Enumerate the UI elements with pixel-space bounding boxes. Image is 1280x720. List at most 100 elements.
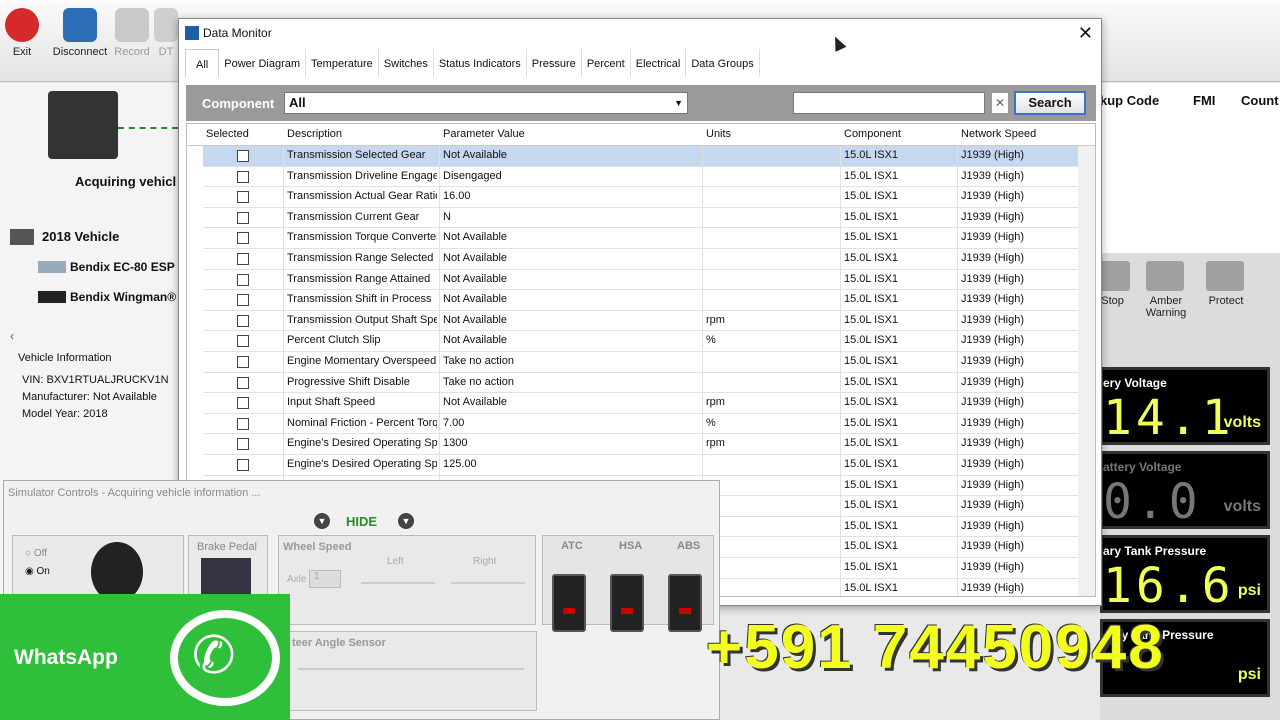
- row-checkbox[interactable]: [237, 356, 249, 368]
- ignition-off-radio[interactable]: ○ Off: [25, 548, 47, 559]
- row-checkbox[interactable]: [237, 170, 249, 183]
- steer-angle-slider[interactable]: [298, 668, 524, 670]
- tab-percent[interactable]: Percent: [581, 49, 631, 77]
- column-parameter-value[interactable]: Parameter Value: [443, 128, 525, 140]
- right-wheel-slider[interactable]: [451, 582, 525, 584]
- row-checkbox[interactable]: [237, 232, 249, 245]
- row-checkbox[interactable]: [237, 314, 249, 327]
- cell-c: 15.0L ISX1: [844, 334, 899, 347]
- close-icon[interactable]: ✕: [1078, 19, 1093, 47]
- cell-d: Transmission Range Attained: [287, 272, 431, 285]
- component-label: Component: [202, 96, 275, 111]
- row-checkbox[interactable]: [237, 294, 249, 307]
- ignition-key-icon[interactable]: [91, 542, 143, 602]
- cell-c: 15.0L ISX1: [844, 581, 899, 594]
- header-count[interactable]: Count: [1241, 93, 1279, 108]
- disconnect-button[interactable]: Disconnect: [50, 8, 110, 58]
- row-checkbox[interactable]: [237, 438, 249, 451]
- axle-select[interactable]: 1: [309, 570, 341, 588]
- cell-u: rpm: [706, 396, 725, 409]
- column-units[interactable]: Units: [706, 128, 731, 140]
- table-row[interactable]: Engine Momentary Overspeed ... Take no ac…: [203, 352, 1079, 373]
- table-row[interactable]: Input Shaft Speed Not Available rpm 15.0L I…: [203, 393, 1079, 414]
- row-checkbox[interactable]: [237, 150, 249, 162]
- table-row[interactable]: Transmission Range Selected Not Available…: [203, 249, 1079, 270]
- exit-button[interactable]: Exit: [0, 8, 52, 58]
- table-row[interactable]: Transmission Torque Converter... Not Avai…: [203, 228, 1079, 249]
- grid-scrollbar[interactable]: [1078, 146, 1095, 596]
- scroll-left-arrow[interactable]: ‹: [10, 329, 14, 343]
- column-selected[interactable]: Selected: [206, 128, 249, 140]
- row-checkbox[interactable]: [237, 459, 249, 471]
- vin-text: VIN: BXV1RTUALJRUCKV1N: [22, 374, 169, 386]
- left-wheel-slider[interactable]: [361, 582, 435, 584]
- column-network-speed[interactable]: Network Speed: [961, 128, 1036, 140]
- primary-tank-pressure-gauge: ary Tank Pressure 16.6 psi: [1100, 535, 1270, 614]
- tab-status-indicators[interactable]: Status Indicators: [433, 49, 527, 77]
- tree-item-wingman[interactable]: Bendix Wingman®: [70, 290, 176, 304]
- row-checkbox[interactable]: [237, 397, 249, 410]
- cell-d: Transmission Current Gear: [287, 210, 420, 223]
- hsa-switch[interactable]: [610, 574, 644, 632]
- cell-n: J1939 (High): [961, 540, 1024, 553]
- chevron-down-icon[interactable]: ▼: [314, 513, 330, 529]
- clear-search-icon[interactable]: ✕: [991, 92, 1009, 114]
- atc-switch[interactable]: [552, 574, 586, 632]
- tab-pressure[interactable]: Pressure: [526, 49, 582, 77]
- chevron-down-icon[interactable]: ▼: [398, 513, 414, 529]
- table-row[interactable]: Transmission Selected Gear Not Available 1…: [203, 146, 1079, 167]
- table-row[interactable]: Progressive Shift Disable Take no action 1…: [203, 372, 1079, 394]
- tab-data-groups[interactable]: Data Groups: [686, 49, 760, 77]
- column-component[interactable]: Component: [844, 128, 901, 140]
- row-checkbox[interactable]: [237, 273, 249, 286]
- cell-n: J1939 (High): [961, 231, 1024, 244]
- brake-pedal-icon[interactable]: [201, 558, 251, 594]
- cell-v: 16.00: [443, 190, 471, 203]
- cell-v: Take no action: [443, 375, 514, 388]
- row-checkbox[interactable]: [237, 191, 249, 204]
- battery-voltage-gauge: ery Voltage 14.1 volts: [1100, 367, 1270, 446]
- tab-temperature[interactable]: Temperature: [306, 49, 379, 77]
- header-fmi[interactable]: FMI: [1193, 93, 1215, 108]
- table-row[interactable]: Engine's Desired Operating Spe... 125.00 1…: [203, 455, 1079, 476]
- dialog-titlebar[interactable]: Data Monitor ✕: [179, 19, 1101, 47]
- cell-n: J1939 (High): [961, 581, 1024, 594]
- table-row[interactable]: Nominal Friction - Percent Torque 7.00% 15…: [203, 413, 1079, 435]
- search-button[interactable]: Search: [1014, 91, 1086, 115]
- table-row[interactable]: Engine's Desired Operating Spe... 1300 rpm…: [203, 434, 1079, 455]
- hide-toggle[interactable]: HIDE: [346, 514, 377, 529]
- row-checkbox[interactable]: [237, 417, 249, 430]
- cell-u: rpm: [706, 437, 725, 450]
- cell-c: 15.0L ISX1: [844, 231, 899, 244]
- tab-switches[interactable]: Switches: [378, 49, 434, 77]
- disconnect-icon: [63, 8, 97, 42]
- search-input[interactable]: [793, 92, 985, 114]
- table-row[interactable]: Transmission Output Shaft Speed Not Avail…: [203, 310, 1079, 332]
- table-row[interactable]: Transmission Range Attained Not Available…: [203, 269, 1079, 291]
- table-row[interactable]: Transmission Actual Gear Ratio 16.00 15.0L…: [203, 187, 1079, 208]
- table-row[interactable]: Percent Clutch Slip Not Available% 15.0L I…: [203, 331, 1079, 352]
- header-lookup-code[interactable]: kup Code: [1100, 93, 1159, 108]
- ignition-on-radio[interactable]: ◉ On: [25, 566, 50, 577]
- cell-n: J1939 (High): [961, 149, 1024, 161]
- component-select[interactable]: All ▼: [284, 92, 688, 114]
- cell-d: Engine Momentary Overspeed ...: [287, 355, 437, 367]
- table-row[interactable]: Transmission Current Gear N 15.0L ISX1 J193…: [203, 207, 1079, 229]
- table-row[interactable]: Transmission Shift in Process Not Availab…: [203, 290, 1079, 311]
- row-checkbox[interactable]: [237, 376, 249, 389]
- tab-electrical[interactable]: Electrical: [630, 49, 687, 77]
- cell-n: J1939 (High): [961, 396, 1024, 409]
- table-row[interactable]: Transmission Driveline Engaged Disengaged…: [203, 166, 1079, 188]
- row-checkbox[interactable]: [237, 211, 249, 224]
- vehicle-tree-root[interactable]: 2018 Vehicle: [42, 229, 119, 244]
- cell-n: J1939 (High): [961, 334, 1024, 347]
- column-description[interactable]: Description: [287, 128, 342, 140]
- phone-number-overlay: +591 74450948: [706, 613, 1165, 682]
- tab-power-diagram[interactable]: Power Diagram: [219, 49, 307, 77]
- abs-switch[interactable]: [668, 574, 702, 632]
- row-checkbox[interactable]: [237, 335, 249, 348]
- exit-icon: [5, 8, 39, 42]
- tab-all[interactable]: All: [185, 49, 220, 77]
- tree-item-ec80[interactable]: Bendix EC-80 ESP: [70, 260, 175, 274]
- row-checkbox[interactable]: [237, 253, 249, 265]
